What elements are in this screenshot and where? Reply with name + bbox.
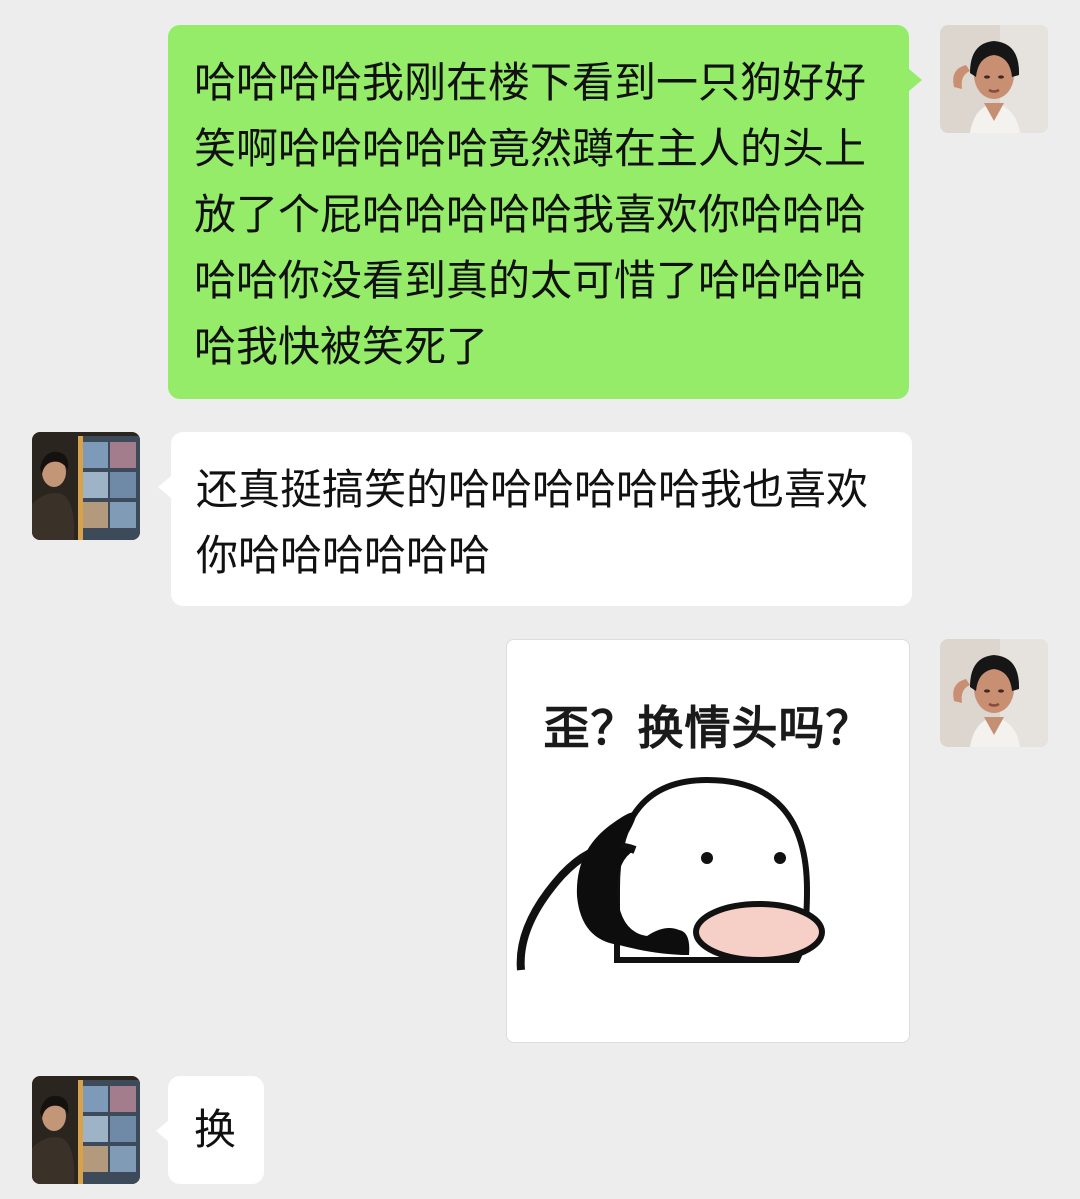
my-message-bubble[interactable]: 哈哈哈哈我刚在楼下看到一只狗好好笑啊哈哈哈哈哈竟然蹲在主人的头上放了个屁哈哈哈哈…: [168, 25, 909, 399]
friend-avatar[interactable]: [32, 432, 140, 540]
message-text: 还真挺搞笑的哈哈哈哈哈哈我也喜欢你哈哈哈哈哈哈: [196, 465, 869, 580]
friend-message-bubble[interactable]: 换: [168, 1076, 264, 1184]
my-avatar[interactable]: [940, 639, 1048, 747]
my-avatar[interactable]: [940, 25, 1048, 133]
friend-message-bubble[interactable]: 还真挺搞笑的哈哈哈哈哈哈我也喜欢你哈哈哈哈哈哈: [171, 432, 912, 606]
bubble-tail: [158, 476, 171, 498]
phone-blob-illustration: [516, 776, 825, 971]
sticker-message[interactable]: 歪？换情头吗？: [506, 639, 910, 1043]
friend-avatar[interactable]: [32, 1076, 140, 1184]
bubble-tail: [909, 69, 922, 91]
message-text: 换: [194, 1105, 237, 1154]
message-text: 哈哈哈哈我刚在楼下看到一只狗好好笑啊哈哈哈哈哈竟然蹲在主人的头上放了个屁哈哈哈哈…: [194, 58, 867, 371]
